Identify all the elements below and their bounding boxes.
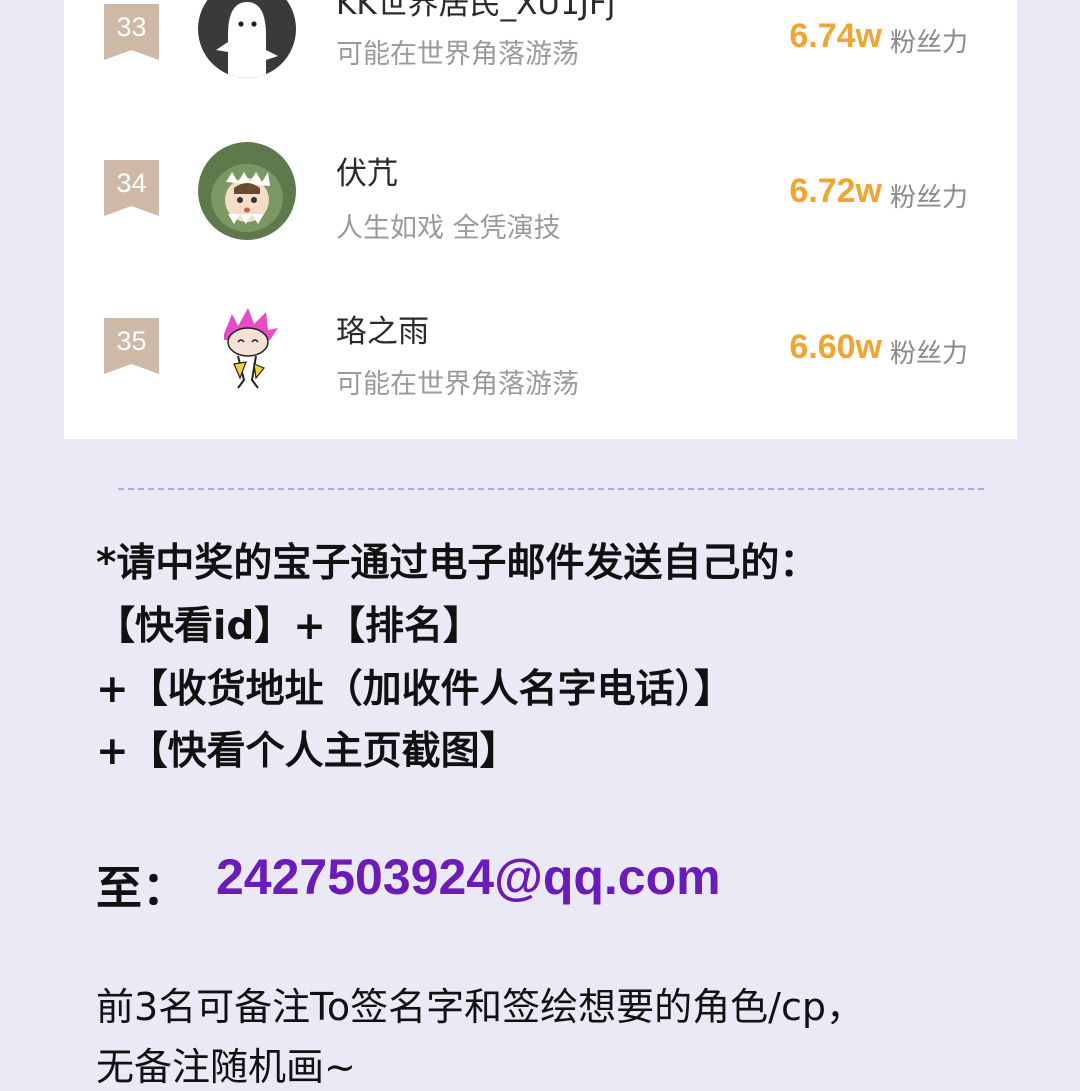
ranking-row[interactable]: 33 KK世界居民_XU1JFj 可能在世界角落游荡 6.74w 粉丝力 bbox=[64, 0, 1017, 100]
ghost-avatar-icon bbox=[198, 0, 296, 78]
rank-number: 35 bbox=[116, 326, 147, 356]
footnote-line: 前3名可备注To签名字和签绘想要的角色/cp， bbox=[96, 985, 864, 1029]
user-avatar[interactable] bbox=[198, 142, 296, 240]
dashed-divider bbox=[118, 488, 984, 490]
fans-count: 6.74w bbox=[789, 17, 882, 55]
notice-line: 【快看id】+【排名】 bbox=[96, 604, 482, 649]
ranking-row[interactable]: 34 伏芁 人生如戏 全凭演技 6.72w 粉丝力 bbox=[64, 140, 1017, 260]
rank-number: 33 bbox=[116, 12, 147, 42]
fans-label: 粉丝力 bbox=[890, 183, 969, 213]
contact-email-link[interactable]: 2427503924@qq.com bbox=[216, 848, 721, 906]
footnote-line: 无备注随机画~ bbox=[96, 1045, 356, 1089]
user-bio: 人生如戏 全凭演技 bbox=[336, 213, 561, 244]
fan-ranking-list: 33 KK世界居民_XU1JFj 可能在世界角落游荡 6.74w 粉丝力 34 bbox=[64, 0, 1017, 439]
user-bio: 可能在世界角落游荡 bbox=[336, 369, 579, 400]
user-name[interactable]: KK世界居民_XU1JFj bbox=[336, 0, 615, 23]
dinosaur-hood-avatar-icon bbox=[198, 142, 296, 240]
ranking-row[interactable]: 35 珞之雨 可能在世界角落游荡 6.60w 粉丝力 bbox=[64, 298, 1017, 418]
rank-badge: 34 bbox=[104, 160, 159, 216]
user-bio: 可能在世界角落游荡 bbox=[336, 39, 579, 70]
user-name[interactable]: 伏芁 bbox=[336, 148, 398, 193]
notice-line: *请中奖的宝子通过电子邮件发送自己的： bbox=[96, 541, 819, 586]
user-avatar[interactable] bbox=[198, 0, 296, 78]
fans-count: 6.60w bbox=[789, 328, 882, 366]
fans-label: 粉丝力 bbox=[890, 28, 969, 58]
rank-number: 34 bbox=[116, 168, 147, 198]
rank-badge: 35 bbox=[104, 318, 159, 374]
fans-label: 粉丝力 bbox=[890, 339, 969, 369]
user-avatar[interactable] bbox=[198, 298, 296, 396]
rank-badge: 33 bbox=[104, 4, 159, 60]
user-name[interactable]: 珞之雨 bbox=[336, 306, 429, 351]
fans-count: 6.72w bbox=[789, 172, 882, 210]
chibi-avatar-icon bbox=[198, 298, 296, 396]
notice-line: +【收货地址（加收件人名字电话）】 bbox=[96, 667, 734, 712]
to-label: 至： bbox=[96, 861, 188, 915]
notice-line: +【快看个人主页截图】 bbox=[96, 729, 519, 774]
